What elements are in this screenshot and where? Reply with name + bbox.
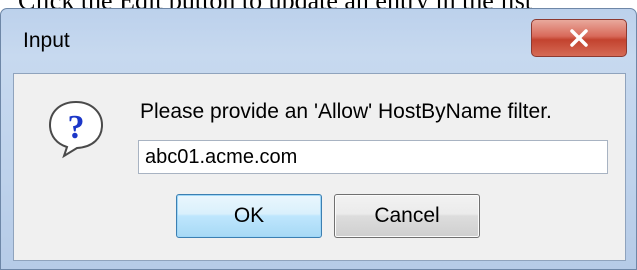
svg-text:?: ? [68, 109, 85, 146]
question-icon: ? [44, 96, 108, 165]
dialog-body: ? Please provide an 'Allow' HostByName f… [13, 73, 626, 261]
dialog-message: Please provide an 'Allow' HostByName fil… [140, 100, 552, 123]
close-icon [570, 29, 588, 47]
dialog-title: Input [23, 29, 70, 52]
cancel-button[interactable]: Cancel [334, 194, 480, 238]
input-dialog: Input ? Please provide an 'Allow' HostBy… [0, 8, 637, 270]
ok-button[interactable]: OK [176, 194, 322, 238]
hostbyname-input[interactable] [138, 140, 608, 174]
close-button[interactable] [531, 19, 627, 57]
